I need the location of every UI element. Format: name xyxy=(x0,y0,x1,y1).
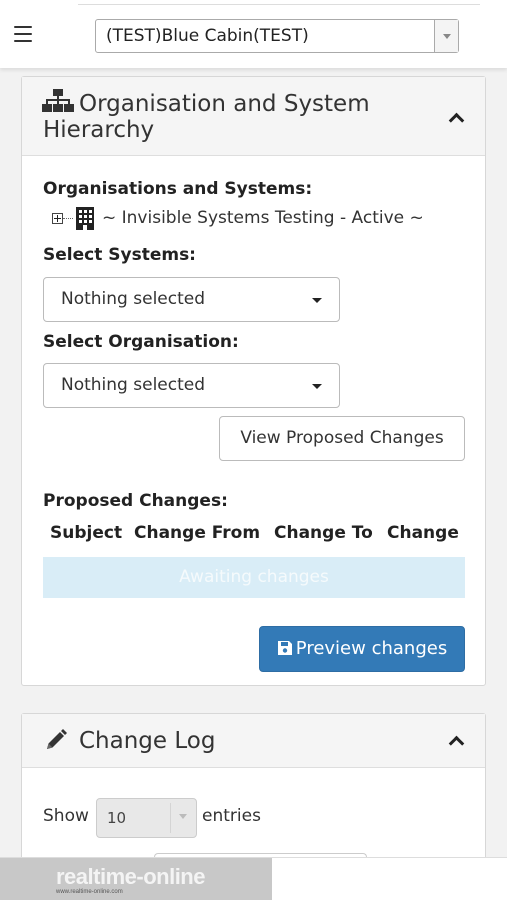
column-header-change-to: Change To xyxy=(274,523,373,543)
top-divider xyxy=(78,4,480,5)
select-systems-label: Select Systems: xyxy=(43,245,196,265)
hamburger-menu-icon[interactable] xyxy=(14,26,32,42)
preview-changes-button[interactable]: Preview changes xyxy=(259,626,465,672)
proposed-changes-label: Proposed Changes: xyxy=(43,491,228,511)
collapse-chevron-up-icon[interactable] xyxy=(449,111,463,125)
column-header-change: Change xyxy=(387,523,459,543)
select-systems-dropdown[interactable]: Nothing selected xyxy=(43,277,340,322)
footer-logo[interactable]: realtime-online www.realtime-online.com xyxy=(0,858,272,900)
collapse-chevron-up-icon[interactable] xyxy=(449,734,463,748)
building-icon xyxy=(76,207,94,230)
footer-bar: realtime-online www.realtime-online.com xyxy=(0,857,507,900)
hierarchy-panel-title: Organisation and System Hierarchy xyxy=(43,91,370,143)
column-header-change-from: Change From xyxy=(134,523,261,543)
select-systems-value: Nothing selected xyxy=(61,289,206,309)
logo-text: realtime-online xyxy=(56,864,205,889)
awaiting-changes-row: Awaiting changes xyxy=(43,557,465,598)
entries-label: entries xyxy=(202,806,261,826)
preview-changes-label: Preview changes xyxy=(295,638,448,659)
changelog-panel-header[interactable]: Change Log xyxy=(22,714,485,768)
logo-subtext: www.realtime-online.com xyxy=(56,889,123,895)
hierarchy-panel: Organisation and System Hierarchy Organi… xyxy=(21,76,486,686)
site-selector-value: (TEST)Blue Cabin(TEST) xyxy=(106,26,309,46)
chevron-down-icon[interactable] xyxy=(434,20,458,52)
orgs-systems-label: Organisations and Systems: xyxy=(43,179,313,199)
caret-down-icon xyxy=(312,384,322,389)
select-organisation-label: Select Organisation: xyxy=(43,332,239,352)
tree-item[interactable]: ~ Invisible Systems Testing - Active ~ xyxy=(52,206,424,230)
save-icon xyxy=(277,641,292,655)
changelog-panel-title: Change Log xyxy=(79,728,216,754)
tree-connector xyxy=(63,217,73,219)
select-organisation-value: Nothing selected xyxy=(61,375,206,395)
top-bar: (TEST)Blue Cabin(TEST) xyxy=(0,0,507,68)
hierarchy-panel-header[interactable]: Organisation and System Hierarchy xyxy=(22,77,485,156)
entries-select[interactable]: 10 xyxy=(96,798,197,838)
entries-select-value: 10 xyxy=(107,809,127,827)
chevron-down-icon xyxy=(170,803,196,833)
column-header-subject: Subject xyxy=(50,523,123,543)
expand-plus-icon[interactable] xyxy=(52,212,63,224)
view-proposed-changes-button[interactable]: View Proposed Changes xyxy=(219,416,465,461)
tree-item-label: ~ Invisible Systems Testing - Active ~ xyxy=(102,208,424,228)
pencil-icon xyxy=(47,729,67,749)
site-selector[interactable]: (TEST)Blue Cabin(TEST) xyxy=(95,19,459,53)
select-organisation-dropdown[interactable]: Nothing selected xyxy=(43,363,340,408)
show-label: Show xyxy=(43,806,89,826)
caret-down-icon xyxy=(312,298,322,303)
